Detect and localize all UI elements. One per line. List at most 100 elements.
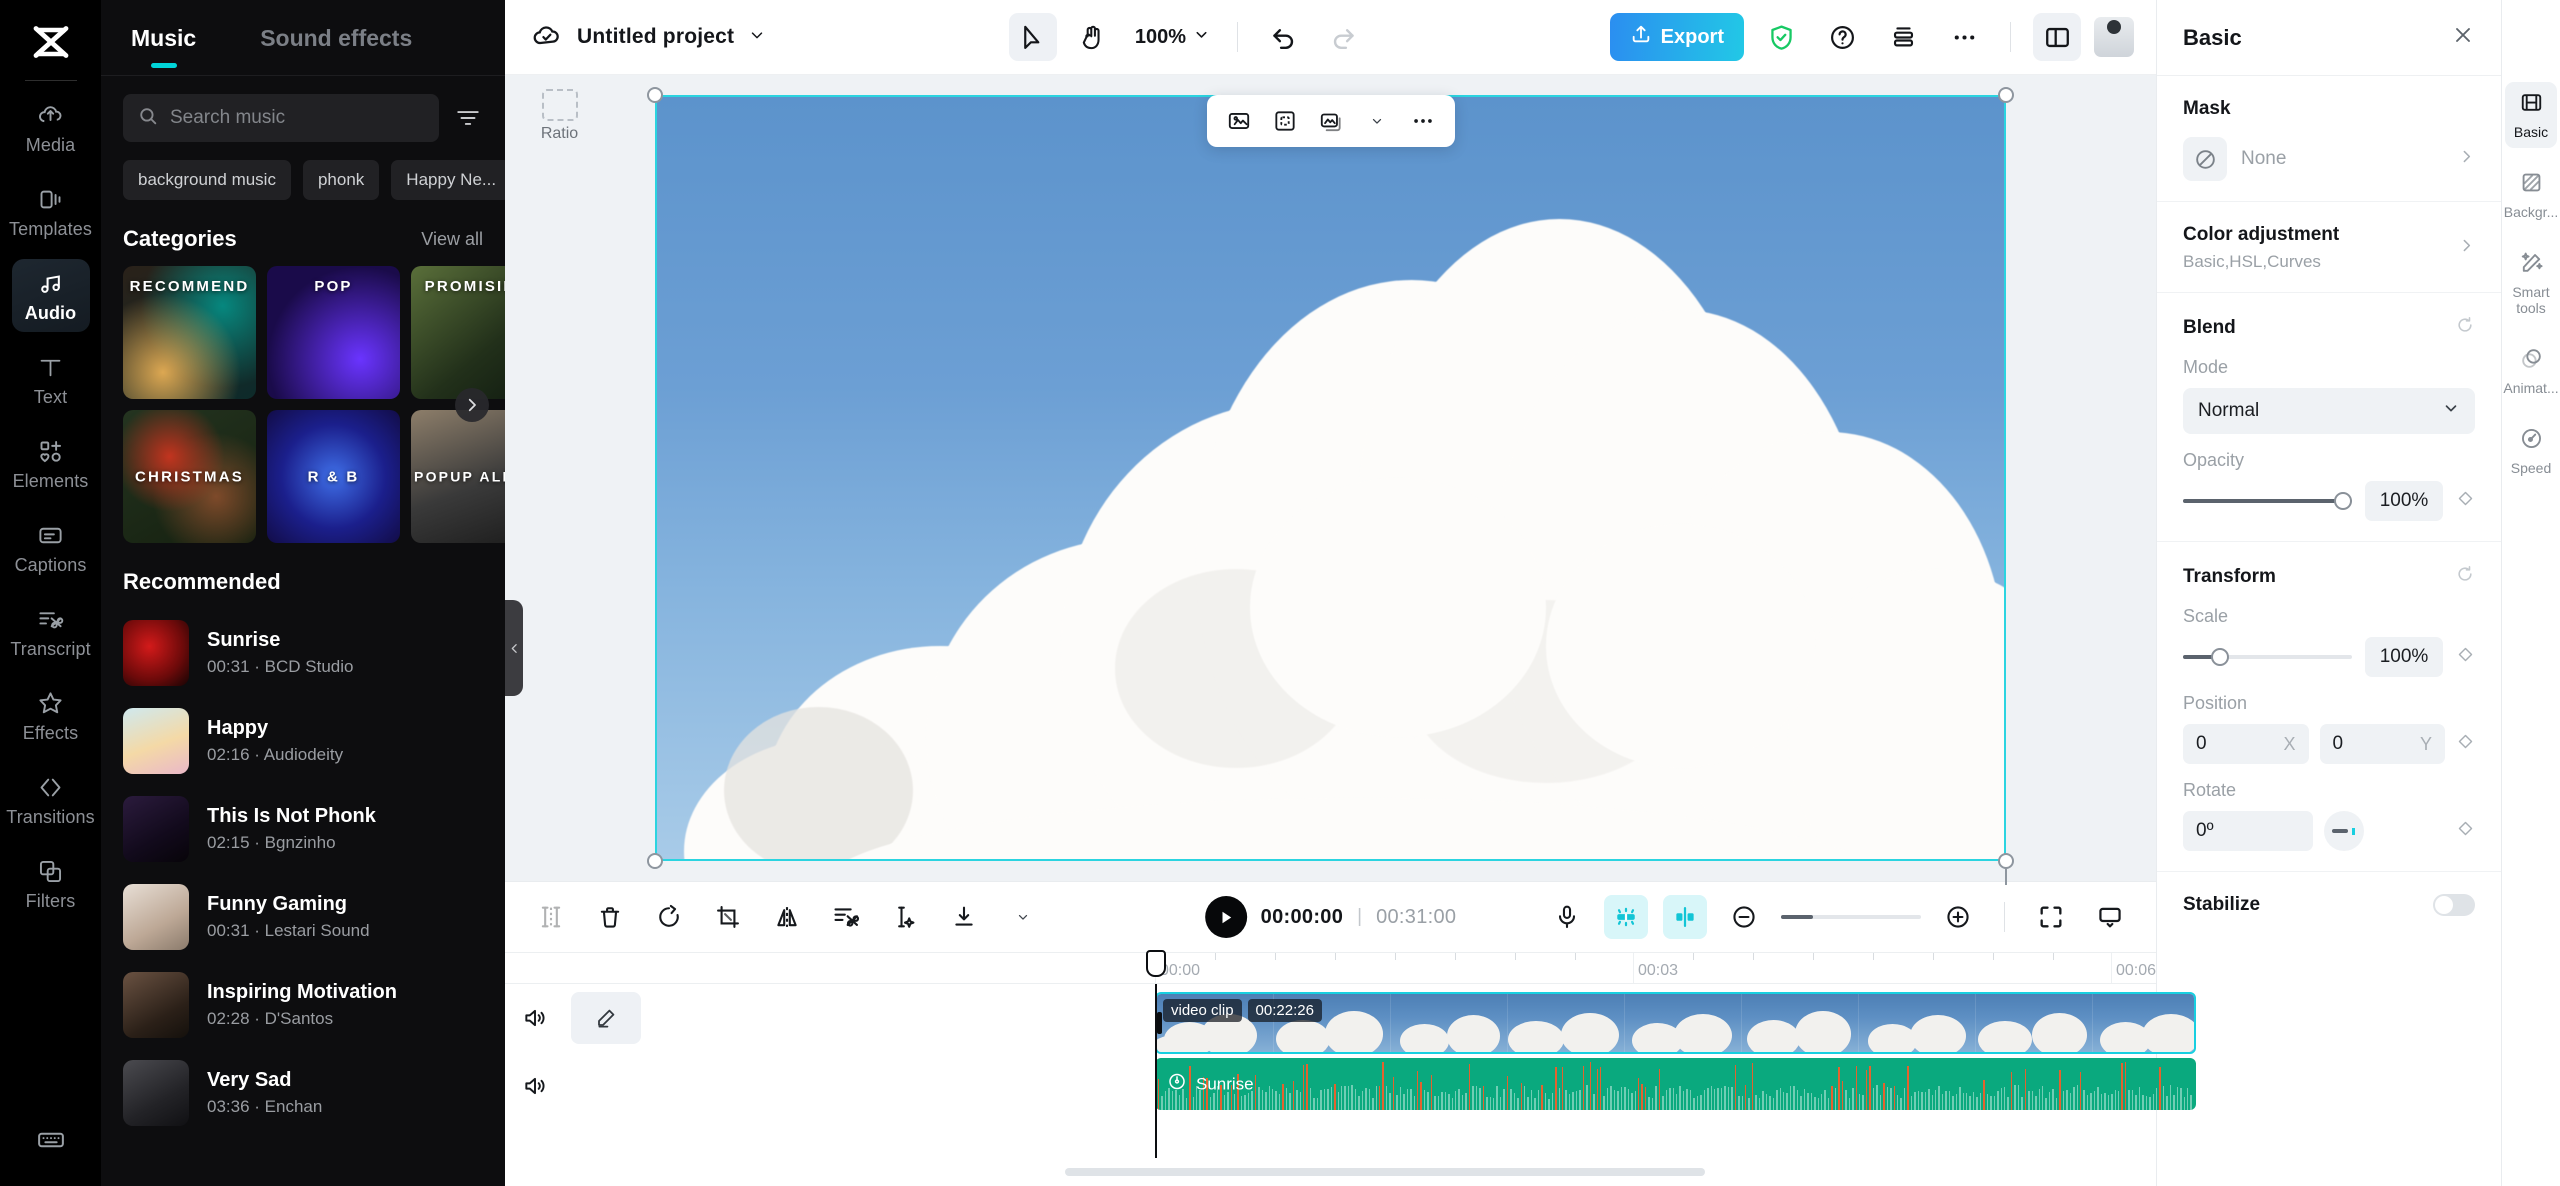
speaker-on-icon[interactable]	[505, 1005, 565, 1031]
hand-pan-icon[interactable]	[1069, 13, 1117, 61]
resize-handle-bottom-left[interactable]	[647, 853, 663, 869]
play-triangle-icon[interactable]	[1204, 896, 1247, 938]
resize-handle-top-right[interactable]	[1998, 87, 2014, 103]
align-center-icon[interactable]	[1663, 895, 1707, 939]
view-all-link[interactable]: View all	[421, 229, 483, 250]
sidebar-item-captions[interactable]: Captions	[12, 511, 90, 584]
speaker-on-icon[interactable]	[505, 1073, 565, 1099]
avatar[interactable]	[2094, 17, 2134, 57]
search-input[interactable]	[170, 107, 425, 129]
rotate-value-input[interactable]: 0º	[2183, 811, 2313, 851]
rotate-dial[interactable]	[2324, 811, 2364, 851]
split-layout-icon[interactable]	[2033, 13, 2081, 61]
freeze-frame-icon[interactable]	[883, 895, 927, 939]
sidebar-item-audio[interactable]: Audio	[11, 259, 90, 332]
auto-reframe-icon[interactable]	[1219, 101, 1259, 141]
chevron-down-icon[interactable]	[1001, 895, 1045, 939]
list-item[interactable]: Very Sad 03:36 · Enchan	[101, 1049, 505, 1137]
list-item[interactable]: Sunrise 00:31 · BCD Studio	[101, 609, 505, 697]
sidebar-item-elements[interactable]: Elements	[12, 427, 90, 500]
chevron-right-icon[interactable]	[455, 387, 489, 422]
redo-arrow-icon[interactable]	[1319, 13, 1367, 61]
cursor-arrow-icon[interactable]	[1008, 13, 1057, 61]
blend-mode-select[interactable]: Normal	[2183, 388, 2475, 434]
sidebar-item-templates[interactable]: Templates	[9, 175, 92, 248]
keyboard-shortcuts-icon[interactable]	[36, 1125, 66, 1160]
search-input-wrapper[interactable]	[123, 94, 439, 142]
sidebar-item-filters[interactable]: Filters	[12, 847, 90, 920]
minus-circle-icon[interactable]	[1722, 895, 1766, 939]
microphone-icon[interactable]	[1545, 895, 1589, 939]
tab-basic[interactable]: Basic	[2505, 82, 2557, 148]
category-card-pop[interactable]: POP	[267, 266, 400, 399]
ratio-button[interactable]: Ratio	[531, 89, 588, 143]
scale-value-input[interactable]: 100%	[2365, 637, 2443, 677]
preview-monitor-icon[interactable]	[2088, 895, 2132, 939]
plus-circle-icon[interactable]	[1936, 895, 1980, 939]
reset-circle-icon[interactable]	[2455, 315, 2475, 341]
tab-background[interactable]: Backgr...	[2504, 162, 2558, 228]
chip-phonk[interactable]: phonk	[302, 160, 380, 200]
tab-animation[interactable]: Animat...	[2503, 338, 2559, 404]
color-adjustment-row[interactable]: Color adjustment Basic,HSL,Curves	[2183, 224, 2475, 272]
timeline-ruler[interactable]: 00:00 00:03 00:06	[505, 952, 2156, 984]
video-clip[interactable]: video clip 00:22:26	[1155, 992, 2196, 1054]
reset-circle-icon[interactable]	[2455, 564, 2475, 590]
chevron-down-icon[interactable]	[748, 26, 766, 49]
opacity-value-input[interactable]: 100%	[2365, 481, 2443, 521]
shield-check-icon[interactable]	[1757, 13, 1805, 61]
pencil-edit-icon[interactable]	[571, 992, 641, 1044]
keyframe-diamond-icon[interactable]	[2456, 732, 2475, 756]
scale-slider[interactable]	[2183, 648, 2352, 666]
category-card-christmas[interactable]: CHRISTMAS	[123, 410, 256, 543]
snap-toggle-icon[interactable]	[1604, 895, 1648, 939]
tab-smart-tools[interactable]: Smart tools	[2505, 242, 2557, 325]
export-button[interactable]: Export	[1609, 13, 1744, 61]
playhead[interactable]	[1146, 950, 1166, 1158]
page-title[interactable]: Untitled project	[577, 25, 734, 49]
resize-handle-top-left[interactable]	[647, 87, 663, 103]
sidebar-item-media[interactable]: Media	[12, 91, 90, 164]
list-item[interactable]: Happy 02:16 · Audiodeity	[101, 697, 505, 785]
list-item[interactable]: Funny Gaming 00:31 · Lestari Sound	[101, 873, 505, 961]
timeline-zoom-slider[interactable]	[1781, 915, 1921, 919]
keyframe-diamond-icon[interactable]	[2456, 489, 2475, 513]
tab-music[interactable]: Music	[123, 3, 204, 73]
category-card-rnb[interactable]: R & B	[267, 410, 400, 543]
cloud-saved-icon[interactable]	[531, 19, 563, 56]
sidebar-item-transcript[interactable]: Transcript	[10, 595, 91, 668]
sidebar-item-effects[interactable]: Effects	[12, 679, 90, 752]
stack-layers-icon[interactable]	[1879, 13, 1927, 61]
question-circle-icon[interactable]	[1818, 13, 1866, 61]
tab-speed[interactable]: Speed	[2505, 418, 2557, 484]
fit-to-screen-icon[interactable]	[2029, 895, 2073, 939]
sidebar-item-transitions[interactable]: Transitions	[6, 763, 95, 836]
delete-trash-icon[interactable]	[588, 895, 632, 939]
split-clip-icon[interactable]	[529, 895, 573, 939]
remove-bg-icon[interactable]	[1311, 101, 1351, 141]
crop-frame-icon[interactable]	[1265, 101, 1305, 141]
close-x-icon[interactable]	[2451, 23, 2475, 52]
zoom-level-dropdown[interactable]: 100%	[1129, 26, 1216, 49]
filter-sliders-icon[interactable]	[453, 103, 483, 133]
sidebar-item-text[interactable]: Text	[12, 343, 90, 416]
category-card-recommend[interactable]: RECOMMEND	[123, 266, 256, 399]
list-item[interactable]: Inspiring Motivation 02:28 · D'Santos	[101, 961, 505, 1049]
video-preview-frame[interactable]	[655, 95, 2006, 861]
chip-background-music[interactable]: background music	[123, 160, 291, 200]
stabilize-toggle[interactable]	[2433, 894, 2475, 916]
mirror-flip-icon[interactable]	[765, 895, 809, 939]
audio-clip[interactable]: Sunrise	[1155, 1058, 2196, 1110]
more-dots-icon[interactable]	[1940, 13, 1988, 61]
panel-collapse-handle[interactable]	[505, 600, 523, 696]
category-card-promising[interactable]: PROMISING	[411, 266, 505, 399]
auto-cut-icon[interactable]	[824, 895, 868, 939]
clip-trim-handle-left[interactable]	[1157, 1012, 1162, 1034]
tab-sound-effects[interactable]: Sound effects	[252, 3, 420, 73]
list-item[interactable]: This Is Not Phonk 02:15 · Bgnzinho	[101, 785, 505, 873]
chevron-down-icon[interactable]	[1357, 101, 1397, 141]
opacity-slider[interactable]	[2183, 492, 2352, 510]
more-dots-icon[interactable]	[1403, 101, 1443, 141]
mask-selector-row[interactable]: None	[2183, 137, 2475, 181]
playhead-knob[interactable]	[1146, 950, 1166, 977]
